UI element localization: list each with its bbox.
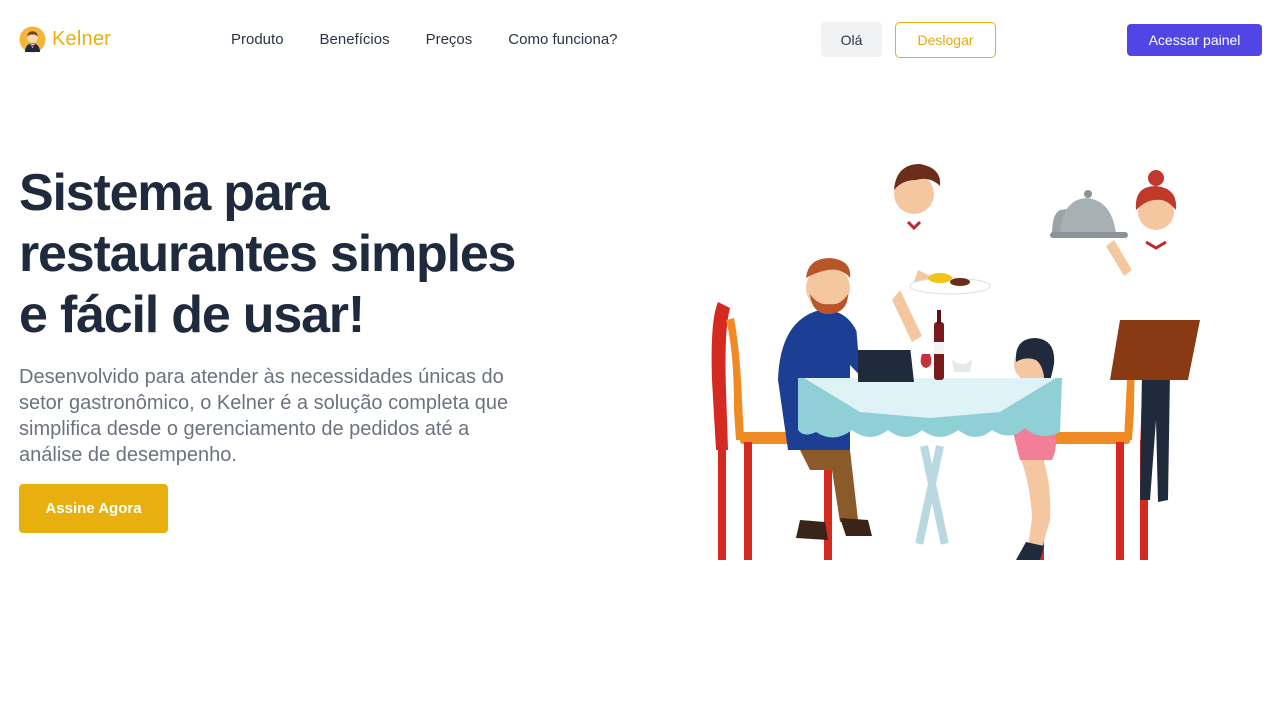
logout-button[interactable]: Deslogar [895,22,996,58]
subscribe-now-button[interactable]: Assine Agora [19,484,168,533]
waiter-illustration [852,164,991,382]
hero-title-line: e fácil de usar! [19,286,365,344]
restaurant-scene-illustration [711,164,1200,560]
seated-woman-illustration [958,338,1057,560]
top-navbar: Kelner Produto Benefícios Preços Como fu… [0,0,1280,80]
hero-description-line: Desenvolvido para atender às necessidade… [19,366,504,388]
hero-description-line: setor gastronômico, o Kelner é a solução… [19,392,509,414]
access-panel-button[interactable]: Acessar painel [1127,24,1262,56]
waiter-avatar-icon [19,26,46,53]
hero-title-line: Sistema para [19,164,330,222]
nav-link-como-funciona[interactable]: Como funciona? [508,30,617,50]
hero-description-line: análise de desempenho. [19,444,237,466]
brand-link[interactable]: Kelner [19,26,111,53]
main-nav: Produto Benefícios Preços Como funciona? [231,30,654,50]
nav-link-beneficios[interactable]: Benefícios [320,30,390,50]
hero-description-line: simplifica desde o gerenciamento de pedi… [19,418,470,440]
hero-description: Desenvolvido para atender às necessidade… [19,364,579,468]
nav-link-precos[interactable]: Preços [426,30,473,50]
brand-name: Kelner [52,28,112,50]
user-greeting-badge: Olá [821,22,882,57]
hero-title-line: restaurantes simples [19,225,516,283]
nav-link-produto[interactable]: Produto [231,30,284,50]
hero-title: Sistema para restaurantes simples e fáci… [19,163,599,346]
waitress-illustration [1050,170,1200,502]
